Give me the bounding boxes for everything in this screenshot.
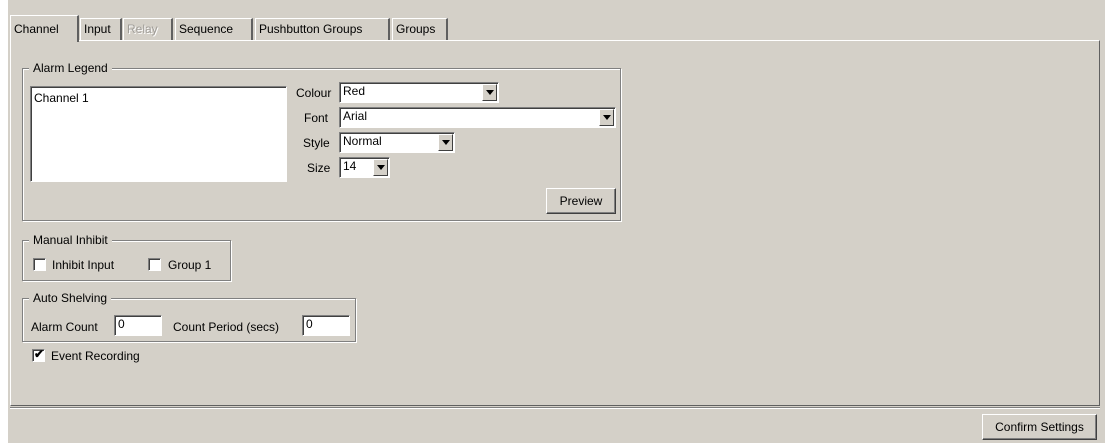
count-period-label: Count Period (secs) bbox=[173, 320, 280, 334]
inhibit-input-checkbox[interactable] bbox=[33, 258, 46, 271]
tab-label: Relay bbox=[127, 22, 158, 36]
style-value: Normal bbox=[343, 134, 382, 148]
chevron-down-icon[interactable] bbox=[482, 84, 497, 101]
size-value: 14 bbox=[343, 159, 357, 173]
confirm-settings-button[interactable]: Confirm Settings bbox=[982, 414, 1097, 440]
alarm-count-input[interactable]: 0 bbox=[114, 315, 162, 336]
legend-text-value: Channel 1 bbox=[34, 91, 89, 105]
tab-label: Input bbox=[84, 22, 111, 36]
legend-text-area[interactable]: Channel 1 bbox=[30, 86, 287, 182]
preview-button-label: Preview bbox=[559, 194, 603, 208]
group1-label: Group 1 bbox=[168, 258, 212, 272]
tab-relay[interactable]: Relay bbox=[123, 18, 173, 41]
tab-groups[interactable]: Groups bbox=[392, 18, 448, 41]
tab-label: Pushbutton Groups bbox=[259, 22, 363, 36]
event-recording-label: Event Recording bbox=[51, 349, 140, 363]
size-dropdown[interactable]: 14 bbox=[339, 157, 390, 178]
font-dropdown[interactable]: Arial bbox=[339, 107, 616, 128]
size-label: Size bbox=[307, 161, 331, 175]
font-value: Arial bbox=[343, 109, 368, 123]
count-period-input[interactable]: 0 bbox=[302, 315, 350, 336]
colour-label: Colour bbox=[296, 86, 332, 100]
tab-label: Sequence bbox=[179, 22, 234, 36]
preview-button[interactable]: Preview bbox=[546, 188, 616, 214]
count-period-value: 0 bbox=[306, 317, 313, 331]
tab-label: Channel bbox=[14, 22, 59, 36]
confirm-settings-label: Confirm Settings bbox=[995, 420, 1084, 434]
manual-inhibit-title: Manual Inhibit bbox=[29, 233, 112, 247]
auto-shelving-title: Auto Shelving bbox=[29, 291, 112, 305]
alarm-count-label: Alarm Count bbox=[31, 320, 98, 334]
colour-dropdown[interactable]: Red bbox=[339, 82, 499, 103]
style-label: Style bbox=[303, 136, 330, 150]
bottom-divider bbox=[10, 407, 1100, 409]
tab-channel[interactable]: Channel bbox=[10, 15, 79, 42]
colour-value: Red bbox=[343, 84, 366, 98]
tab-input[interactable]: Input bbox=[80, 18, 122, 41]
chevron-down-icon[interactable] bbox=[373, 159, 388, 176]
tab-label: Groups bbox=[396, 22, 436, 36]
event-recording-checkbox[interactable]: ✔ bbox=[32, 347, 45, 362]
tab-sequence[interactable]: Sequence bbox=[175, 18, 253, 41]
style-dropdown[interactable]: Normal bbox=[339, 132, 455, 153]
group1-checkbox[interactable] bbox=[148, 258, 161, 271]
chevron-down-icon[interactable] bbox=[438, 134, 453, 151]
alarm-count-value: 0 bbox=[118, 317, 125, 331]
chevron-down-icon[interactable] bbox=[599, 109, 614, 126]
font-label: Font bbox=[304, 111, 329, 125]
tab-pushbutton-groups[interactable]: Pushbutton Groups bbox=[255, 18, 390, 41]
event-recording-check-mark: ✔ bbox=[34, 347, 45, 361]
inhibit-input-label: Inhibit Input bbox=[52, 258, 115, 272]
alarm-legend-title: Alarm Legend bbox=[29, 61, 112, 75]
